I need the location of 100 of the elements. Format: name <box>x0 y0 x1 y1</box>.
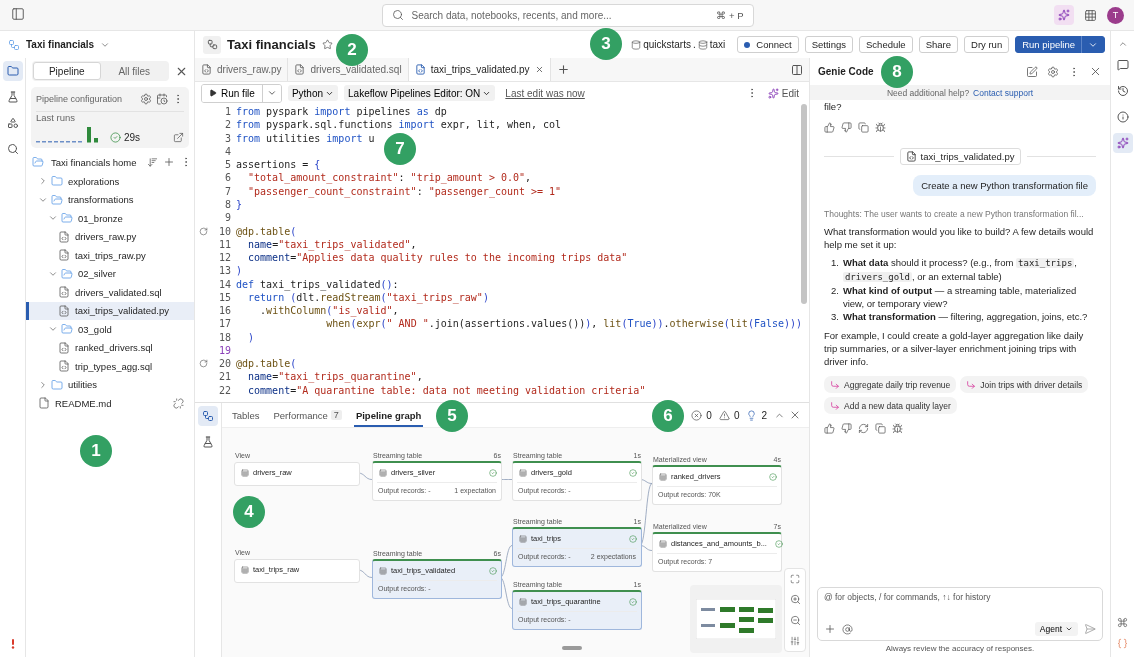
config-title[interactable]: Pipeline configuration <box>36 94 123 104</box>
code-line: name="taxi_trips_quarantine", <box>247 371 423 383</box>
code-line: "total_amount_constraint": "trip_amount > 0.0", <box>247 172 532 184</box>
last-edit-link[interactable]: Last edit was now <box>505 87 585 99</box>
line-number: 21 <box>217 371 231 383</box>
pipeline-name: Taxi financials <box>26 39 95 50</box>
page-title: Taxi financials <box>227 37 316 52</box>
suggestion-chip[interactable]: Add a new data quality layer <box>824 397 957 414</box>
line-number: 20 <box>217 358 231 370</box>
header-button[interactable]: Dry run <box>964 36 1010 53</box>
code-line: def taxi_trips_validated(): <box>236 278 399 290</box>
tree-item[interactable]: taxi_trips_raw.py <box>26 246 194 265</box>
code-line: "passenger_count_constraint": "passenger_count >= 1" <box>247 185 562 197</box>
user-avatar[interactable]: T <box>1107 6 1124 24</box>
panel-tab[interactable]: All files <box>100 62 168 80</box>
search-bar[interactable]: Search data, notebooks, recents, and more... ⌘ + P <box>381 3 754 27</box>
line-number: 6 <box>223 172 231 184</box>
line-number: 12 <box>217 252 231 264</box>
run-file-button[interactable]: Run file <box>202 84 263 102</box>
line-number: 16 <box>217 305 231 317</box>
line-number: 22 <box>217 384 231 396</box>
chat-composer[interactable]: @ for objects, / for commands, ↑↓ for history Agent <box>817 587 1103 641</box>
tree-item[interactable]: explorations <box>26 172 194 191</box>
code-line: @dp.table( <box>236 225 297 237</box>
line-number: 13 <box>217 265 231 277</box>
user-message: Create a new Python transformation file <box>913 175 1096 196</box>
disclaimer-text: Always review the accuracy of responses. <box>884 644 1036 653</box>
line-number: 18 <box>217 331 231 343</box>
contact-support-link[interactable]: Contact support <box>973 87 1034 98</box>
code-line: .withColumn("is_valid", <box>259 305 399 317</box>
code-line: name="taxi_trips_validated", <box>247 238 417 250</box>
thoughts-text[interactable]: Thoughts: The user wants to create a new Python transformation fil... <box>824 209 1096 219</box>
panel-tab[interactable]: Performance 7 <box>271 403 344 427</box>
catalog-name[interactable]: quickstarts <box>643 39 691 50</box>
language-dropdown[interactable]: Python <box>287 85 339 101</box>
tree-item[interactable]: 03_gold <box>26 320 194 339</box>
suggestion-chip[interactable]: Join trips with driver details <box>960 376 1089 393</box>
line-number: 4 <box>223 145 231 157</box>
tree-item[interactable]: drivers_raw.py <box>26 227 194 246</box>
tree-item[interactable]: transformations <box>26 190 194 209</box>
code-line: assertions = { <box>236 159 321 171</box>
line-number: 9 <box>223 212 231 224</box>
line-number: 7 <box>223 185 231 197</box>
list-item: What kind of output — a streaming table, materialized view, or temporary view? <box>842 284 1078 310</box>
panel-tab[interactable]: Tables <box>230 403 262 427</box>
line-number: 5 <box>223 159 231 171</box>
line-number: 17 <box>217 318 231 330</box>
message-text: file? <box>824 100 843 113</box>
edit-button[interactable]: Edit <box>763 87 803 99</box>
tree-item[interactable]: README.md <box>26 394 194 413</box>
panel-tab[interactable]: Pipeline graph <box>353 403 424 427</box>
header-button[interactable]: Connect <box>737 36 799 53</box>
line-number: 11 <box>217 238 231 250</box>
panel-tab[interactable]: Pipeline <box>33 62 101 80</box>
code-line: ) <box>247 331 255 343</box>
line-number: 2 <box>223 119 231 131</box>
header-button[interactable]: Schedule <box>859 36 913 53</box>
run-duration: 29s <box>124 132 141 143</box>
file-tab[interactable]: taxi_trips_validated.py <box>408 58 551 81</box>
warning-count: 0 <box>733 409 740 421</box>
editor-mode-dropdown[interactable]: Lakeflow Pipelines Editor: ON <box>344 85 496 101</box>
tree-item[interactable]: trip_types_agg.sql <box>26 357 194 376</box>
message-text: What transformation would you like to build? A few details would help me set it up: <box>824 225 1095 251</box>
header-button[interactable]: Share <box>918 36 958 53</box>
line-number: 8 <box>223 199 231 210</box>
code-line: from pyspark.sql.functions import expr, lit, when, col <box>236 119 562 131</box>
code-line: from utilities import u <box>236 132 375 144</box>
line-number: 19 <box>217 344 231 356</box>
line-number: 15 <box>217 291 231 303</box>
list-number: 3. <box>831 310 839 323</box>
mode-dropdown[interactable]: Agent <box>1034 622 1078 636</box>
tree-item[interactable]: utilities <box>26 375 194 394</box>
tree-item[interactable]: ranked_drivers.sql <box>26 338 194 357</box>
tree-item[interactable]: 01_bronze <box>26 209 194 228</box>
list-item: What data should it process? (e.g., from taxi_trips , drivers_gold , or an external table) <box>842 256 1078 284</box>
code-line: comment="A quarantine table: data not meeting validation criteria" <box>247 384 646 396</box>
tree-root[interactable]: Taxi financials home <box>51 156 137 168</box>
line-number: 10 <box>217 225 231 237</box>
search-input[interactable]: Search data, notebooks, recents, and more... <box>409 8 711 22</box>
suggestion-count: 2 <box>761 409 767 421</box>
code-line: return (dlt.readStream("taxi_trips_raw") <box>247 291 489 303</box>
code-line: from pyspark import pipelines as dp <box>236 106 447 118</box>
tree-item[interactable]: drivers_validated.sql <box>26 283 194 302</box>
line-number: 14 <box>217 278 231 290</box>
schema-name[interactable]: taxi <box>709 39 726 50</box>
file-tab[interactable]: drivers_raw.py <box>195 58 289 81</box>
code-line: } <box>236 199 243 210</box>
path-separator: . <box>692 39 696 50</box>
file-chip[interactable]: taxi_trips_validated.py <box>899 148 1021 165</box>
tree-item[interactable]: 02_silver <box>26 264 194 283</box>
last-runs-label: Last runs <box>36 112 76 123</box>
help-text: Need additional help? <box>886 87 970 98</box>
header-button[interactable]: Settings <box>804 36 854 53</box>
header-button[interactable]: Run pipeline <box>1015 36 1105 53</box>
error-count: 0 <box>706 409 712 421</box>
panel-title: Genie Code <box>818 66 874 77</box>
suggestion-chip[interactable]: Aggregate daily trip revenue <box>824 376 957 393</box>
list-item: What transformation — filtering, aggregation, joins, etc.? <box>842 310 1088 323</box>
line-number: 1 <box>223 106 231 118</box>
tree-item[interactable]: taxi_trips_validated.py <box>26 301 194 320</box>
